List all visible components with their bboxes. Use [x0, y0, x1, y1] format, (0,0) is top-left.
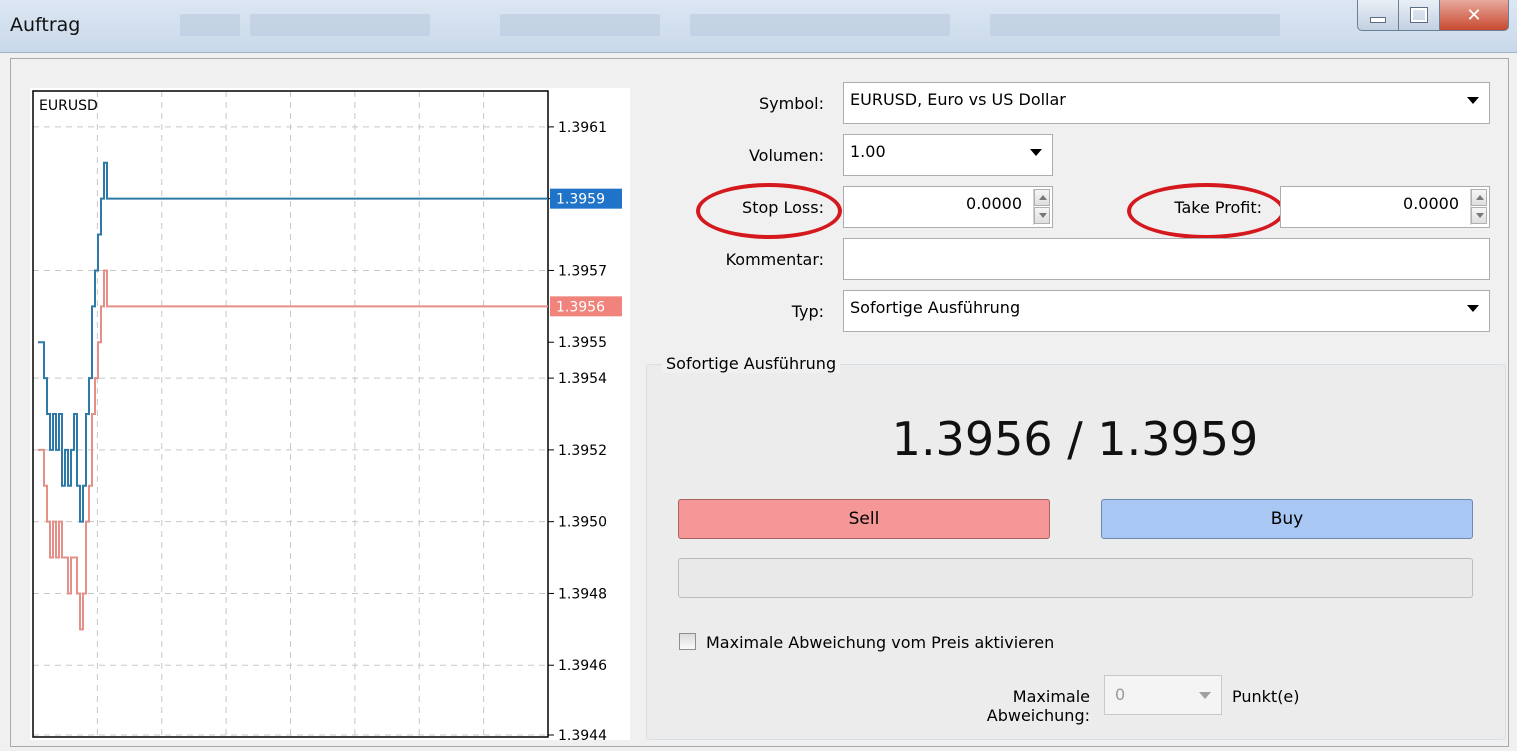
symbol-value: EURUSD, Euro vs US Dollar: [850, 90, 1066, 109]
background-toolbar-ghost: [990, 14, 1280, 36]
chart-symbol-label: EURUSD: [39, 98, 98, 114]
price-tick-label: 1.3954: [558, 371, 607, 387]
volume-dropdown[interactable]: 1.00: [843, 134, 1053, 176]
minimize-icon: [1370, 17, 1386, 23]
volume-label: Volumen:: [748, 146, 824, 165]
take-profit-value: 0.0000: [1403, 194, 1459, 213]
spin-up-icon[interactable]: [1471, 189, 1487, 206]
symbol-dropdown[interactable]: EURUSD, Euro vs US Dollar: [843, 82, 1490, 124]
stop-loss-spinner[interactable]: [1033, 189, 1050, 225]
price-tick-label: 1.3952: [558, 443, 607, 459]
comment-input[interactable]: [843, 238, 1490, 280]
price-chart: EURUSD 1.3961 1.3959 1.3957 1.3955 1.3954 1.3…: [30, 88, 630, 744]
take-profit-spinner[interactable]: [1470, 189, 1487, 225]
annotation-circle: [1127, 183, 1285, 239]
close-icon: ✕: [1466, 4, 1482, 26]
comment-label: Kommentar:: [725, 250, 824, 269]
price-tick-label: 1.3946: [558, 658, 607, 674]
points-label: Punkt(e): [1232, 687, 1300, 706]
spin-down-icon[interactable]: [1034, 207, 1050, 224]
annotation-circle: [696, 183, 842, 239]
price-tick-label: 1.3948: [558, 586, 607, 602]
price-tick-label: 1.3944: [558, 728, 607, 740]
take-profit-input[interactable]: 0.0000: [1280, 186, 1490, 228]
background-toolbar-ghost: [500, 14, 660, 36]
type-label: Typ:: [791, 302, 824, 321]
price-tick-label: 1.3955: [558, 335, 607, 351]
stop-loss-value: 0.0000: [966, 194, 1022, 213]
spin-up-icon[interactable]: [1034, 189, 1050, 206]
volume-value: 1.00: [850, 142, 886, 161]
ask-price-tag-label: 1.3959: [556, 192, 605, 208]
chart-svg: EURUSD 1.3961 1.3959 1.3957 1.3955 1.3954 1.3…: [30, 88, 630, 744]
chart-background: [30, 88, 630, 740]
bid-price-tag-label: 1.3956: [556, 299, 605, 315]
window-controls: ✕: [1357, 0, 1509, 31]
type-dropdown[interactable]: Sofortige Ausführung: [843, 290, 1490, 332]
type-value: Sofortige Ausführung: [850, 298, 1021, 317]
maximize-icon: [1410, 7, 1428, 23]
chevron-down-icon: [1030, 149, 1042, 156]
chevron-down-icon: [1199, 692, 1211, 699]
bid-ask-quote: 1.3956 / 1.3959: [891, 412, 1259, 466]
chevron-down-icon: [1467, 97, 1479, 104]
background-toolbar-ghost: [180, 14, 240, 36]
max-deviation-label: Maximale Abweichung:: [986, 687, 1090, 725]
window-title: Auftrag: [10, 14, 81, 36]
deviation-checkbox-label[interactable]: Maximale Abweichung vom Preis aktivieren: [706, 633, 1054, 652]
execution-group-title: Sofortige Ausführung: [662, 354, 841, 373]
chevron-down-icon: [1467, 305, 1479, 312]
background-toolbar-ghost: [690, 14, 950, 36]
background-toolbar-ghost: [250, 14, 430, 36]
sell-button[interactable]: Sell: [678, 499, 1050, 539]
close-button[interactable]: ✕: [1440, 0, 1509, 31]
price-tick-label: 1.3961: [558, 120, 607, 136]
minimize-button[interactable]: [1357, 0, 1399, 31]
price-tick-label: 1.3950: [558, 515, 607, 531]
title-bar: Auftrag ✕: [0, 0, 1517, 53]
stop-loss-input[interactable]: 0.0000: [843, 186, 1053, 228]
status-bar: [678, 558, 1473, 598]
spin-down-icon[interactable]: [1471, 207, 1487, 224]
maximize-button[interactable]: [1399, 0, 1440, 31]
symbol-label: Symbol:: [759, 94, 824, 113]
max-deviation-dropdown: 0: [1104, 675, 1222, 715]
deviation-checkbox[interactable]: [679, 633, 696, 650]
buy-button[interactable]: Buy: [1101, 499, 1473, 539]
max-deviation-value: 0: [1115, 685, 1126, 704]
price-tick-label: 1.3957: [558, 263, 607, 279]
